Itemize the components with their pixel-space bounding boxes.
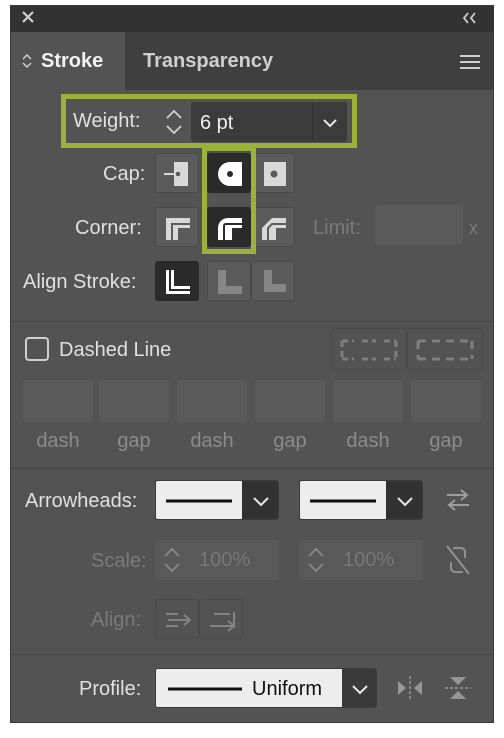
- profile-value: Uniform: [252, 678, 323, 700]
- chevron-down-icon: [352, 685, 368, 695]
- align-center-button[interactable]: [155, 261, 199, 301]
- cap-label: Cap:: [103, 163, 146, 185]
- arrow-place-icon: [210, 612, 236, 632]
- profile-select[interactable]: Uniform: [155, 668, 377, 708]
- corner-label: Corner:: [75, 217, 142, 239]
- dashed-line-checkbox[interactable]: [25, 337, 49, 361]
- gap-field-2[interactable]: [255, 380, 325, 422]
- gap-field-3[interactable]: [411, 380, 481, 422]
- gap-label-2: gap: [273, 430, 307, 452]
- tab-transparency[interactable]: Transparency: [143, 50, 273, 73]
- weight-stepper[interactable]: [157, 102, 191, 142]
- dash-field-2[interactable]: [177, 380, 247, 422]
- align-stroke-inside-icon: [218, 270, 242, 294]
- profile-label: Profile:: [79, 678, 142, 700]
- start-scale-value: 100%: [199, 549, 251, 571]
- tab-bar: Stroke Transparency: [11, 32, 493, 90]
- dash-align-icon: [416, 339, 474, 361]
- dash-label-2: dash: [190, 430, 234, 452]
- align-stroke-outside-icon: [264, 270, 286, 292]
- divider: [11, 654, 493, 655]
- chevron-down-icon: [323, 119, 337, 128]
- stepper-arrows-icon[interactable]: [299, 540, 333, 580]
- weight-label: Weight:: [73, 110, 141, 132]
- align-inside-button[interactable]: [207, 261, 251, 301]
- preserve-dash-button[interactable]: [331, 328, 407, 370]
- link-scale-icon[interactable]: [443, 542, 473, 578]
- weight-input[interactable]: 6 pt: [191, 102, 347, 142]
- tab-stroke[interactable]: Stroke: [11, 32, 125, 90]
- panel-titlebar: [11, 6, 493, 32]
- dash-label-3: dash: [346, 430, 390, 452]
- miter-join-button[interactable]: [155, 207, 199, 247]
- start-arrowhead-select[interactable]: [155, 480, 279, 520]
- align-outside-button[interactable]: [251, 261, 295, 301]
- end-arrowhead-select[interactable]: [299, 480, 423, 520]
- dash-preserve-icon: [340, 339, 398, 361]
- scale-label: Scale:: [91, 550, 147, 572]
- flip-along-icon[interactable]: [395, 674, 425, 702]
- line-preview: [166, 499, 232, 503]
- collapse-panel-icon[interactable]: [459, 9, 481, 27]
- divider: [11, 321, 493, 322]
- bevel-join-button[interactable]: [251, 207, 295, 247]
- line-preview: [168, 687, 242, 691]
- dashed-line-label: Dashed Line: [59, 339, 172, 361]
- dash-field-3[interactable]: [333, 380, 403, 422]
- butt-cap-button[interactable]: [155, 153, 199, 193]
- panel-menu-icon[interactable]: [459, 54, 481, 70]
- gap-label-1: gap: [117, 430, 151, 452]
- butt-cap-icon: [164, 162, 188, 186]
- gap-field-1[interactable]: [99, 380, 169, 422]
- limit-input[interactable]: [375, 205, 463, 245]
- align-label: Align:: [91, 609, 142, 631]
- weight-value: 6 pt: [200, 112, 234, 134]
- dash-field-1[interactable]: [23, 380, 93, 422]
- weight-dropdown[interactable]: [312, 103, 346, 141]
- arrow-extend-icon: [166, 613, 192, 627]
- stroke-panel: Stroke Transparency Weight: 6 pt Cap: Co…: [10, 5, 494, 723]
- stepper-arrows-icon[interactable]: [157, 102, 191, 142]
- close-icon[interactable]: [19, 8, 39, 28]
- projecting-cap-button[interactable]: [251, 153, 295, 193]
- line-preview: [310, 499, 376, 503]
- arrowheads-label: Arrowheads:: [25, 490, 138, 512]
- align-dash-button[interactable]: [407, 328, 483, 370]
- limit-label: Limit:: [313, 217, 361, 239]
- end-scale-value: 100%: [343, 549, 395, 571]
- limit-suffix: x: [469, 218, 478, 238]
- start-scale-input[interactable]: 100%: [155, 540, 279, 580]
- align-arrow-extend-button[interactable]: [155, 599, 199, 639]
- stepper-arrows-icon[interactable]: [155, 540, 189, 580]
- tab-stroke-label: Stroke: [41, 50, 104, 72]
- end-scale-input[interactable]: 100%: [299, 540, 423, 580]
- projecting-cap-icon: [264, 162, 286, 186]
- flip-across-icon[interactable]: [443, 674, 473, 702]
- chevron-down-icon: [397, 497, 413, 507]
- dash-label-1: dash: [36, 430, 80, 452]
- bevel-join-icon: [262, 218, 286, 240]
- divider: [11, 468, 493, 469]
- gap-label-3: gap: [429, 430, 463, 452]
- round-options-highlight: [202, 146, 256, 254]
- swap-arrowheads-icon[interactable]: [443, 485, 473, 515]
- chevron-down-icon: [253, 497, 269, 507]
- align-arrow-place-button[interactable]: [199, 599, 243, 639]
- miter-join-icon: [166, 218, 190, 240]
- align-stroke-label: Align Stroke:: [23, 271, 137, 293]
- sort-arrows-icon: [22, 53, 32, 69]
- align-stroke-center-icon: [166, 270, 190, 294]
